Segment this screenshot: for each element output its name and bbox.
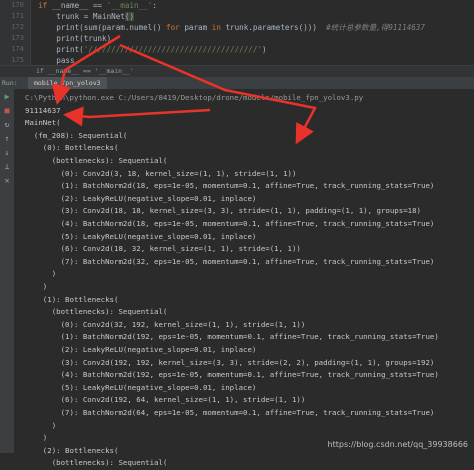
console-line: (1): Bottlenecks( (25, 294, 119, 304)
console-line: (5): LeakyReLU(negative_slope=0.01, inpl… (25, 382, 257, 392)
console-line: (bottlenecks): Sequential( (25, 307, 168, 317)
code-token: pass (38, 56, 75, 65)
code-line[interactable]: trunk = MainNet() (38, 11, 135, 22)
console-line: (3): Conv2d(192, 192, kernel_size=(3, 3)… (25, 357, 435, 367)
line-number: 171 (11, 12, 24, 20)
code-token: trunk = MainNet (38, 12, 125, 21)
code-token: in (211, 23, 226, 32)
code-token: '/////////////////////////////////////' (83, 45, 263, 54)
console-output[interactable]: C:\Python\python.exe C:/Users/8419/Deskt… (15, 89, 474, 467)
code-editor[interactable]: 170 171 172 173 174 175 if __name__ == '__mai… (0, 0, 474, 65)
code-token: print(trunk) (38, 34, 112, 43)
console-line: (0): Conv2d(3, 18, kernel_size=(1, 1), s… (25, 168, 297, 178)
console-line: (0): Conv2d(32, 192, kernel_size=(1, 1),… (25, 319, 306, 329)
console-line: (bottlenecks): Sequential( (25, 458, 168, 468)
console-line: (6): Conv2d(192, 64, kernel_size=(1, 1),… (25, 395, 306, 405)
line-number: 173 (11, 34, 24, 42)
run-label: Run: (2, 79, 18, 87)
scroll-down-icon[interactable]: ↓ (2, 148, 12, 158)
code-token: if (38, 1, 52, 10)
code-line[interactable]: if __name__ == '__main__': (38, 0, 157, 11)
code-token: trunk.parameters())) (225, 23, 327, 32)
console-line: (2): LeakyReLU(negative_slope=0.01, inpl… (25, 345, 257, 354)
code-token: () (124, 12, 135, 21)
console-line: ) (25, 282, 48, 291)
console-line: ) (25, 269, 57, 279)
run-tab[interactable]: mobile_fpn_yolov3 (28, 77, 107, 89)
console-line: (2): LeakyReLU(negative_slope=0.01, inpl… (25, 193, 257, 203)
console-line: (2): Bottlenecks( (25, 445, 119, 455)
code-token: '__main__' (106, 1, 153, 10)
run-toolbar: ▶ ■ ↻ ↑ ↓ ⊥ ✕ (0, 89, 15, 453)
trash-icon[interactable]: ✕ (2, 176, 12, 186)
line-number: 170 (11, 1, 24, 9)
code-token: param (184, 23, 212, 32)
breadcrumb[interactable]: if __name__ == '__main__' (0, 65, 474, 77)
code-token: #统计总参数量,得91114637 (326, 23, 425, 32)
run-icon[interactable]: ▶ (2, 92, 12, 102)
code-token: : (152, 1, 157, 10)
console-line: (3): Conv2d(18, 18, kernel_size=(3, 3), … (25, 206, 422, 216)
code-token: for (166, 23, 185, 32)
console-line: (bottlenecks): Sequential( (25, 156, 168, 165)
console-line: (7): BatchNorm2d(64, eps=1e-05, momentum… (25, 408, 435, 417)
console-line: (1): BatchNorm2d(18, eps=1e-05, momentum… (25, 181, 435, 191)
console-line: (5): LeakyReLU(negative_slope=0.01, inpl… (25, 231, 257, 241)
console-line: (6): Conv2d(18, 32, kernel_size=(1, 1), … (25, 244, 301, 254)
line-gutter: 170 171 172 173 174 175 (0, 0, 31, 65)
scroll-up-icon[interactable]: ↑ (2, 134, 12, 144)
stop-icon[interactable]: ■ (2, 106, 12, 116)
pin-icon[interactable]: ⊥ (2, 162, 12, 172)
code-token: print( (38, 45, 84, 54)
rerun-icon[interactable]: ↻ (2, 120, 12, 130)
code-token: __name__ == (51, 1, 107, 10)
console-line: C:\Python\python.exe C:/Users/8419/Deskt… (25, 93, 364, 102)
code-token: print(sum(param.numel() (38, 23, 167, 32)
console-line: ) (25, 433, 48, 443)
line-number: 172 (11, 23, 24, 31)
console-line: (4): BatchNorm2d(18, eps=1e-05, momentum… (25, 219, 435, 228)
console-line: (0): Bottlenecks( (25, 143, 119, 153)
console-line: (fm_208): Sequential( (25, 130, 128, 140)
console-line: (7): BatchNorm2d(32, eps=1e-05, momentum… (25, 256, 435, 266)
code-line[interactable]: print('/////////////////////////////////… (38, 44, 267, 55)
line-number: 174 (11, 45, 24, 53)
breadcrumb-text: if __name__ == '__main__' (36, 67, 134, 75)
console-line: ) (25, 420, 57, 430)
console-line: (4): BatchNorm2d(192, eps=1e-05, momentu… (25, 370, 439, 380)
console-line: (1): BatchNorm2d(192, eps=1e-05, momentu… (25, 332, 439, 342)
code-line[interactable]: print(trunk) (38, 33, 111, 44)
run-tab-label: mobile_fpn_yolov3 (34, 79, 101, 87)
code-line[interactable]: print(sum(param.numel() for param in tru… (38, 22, 425, 33)
watermark: https://blog.csdn.net/qq_39938666 (327, 440, 468, 449)
code-token: ) (262, 45, 267, 54)
console-line: MainNet( (25, 118, 61, 128)
param-count-output: 91114637 (25, 105, 61, 115)
